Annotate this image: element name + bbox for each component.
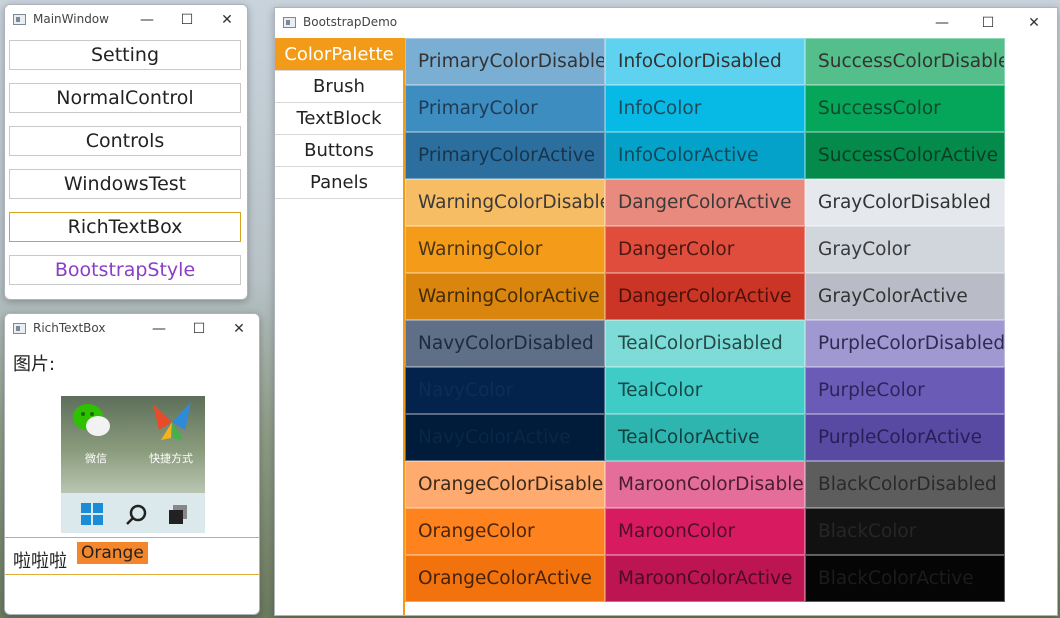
color-swatch: TealColorActive: [605, 414, 805, 461]
color-swatch: PurpleColor: [805, 367, 1005, 414]
color-swatch: MaroonColorDisabled: [605, 461, 805, 508]
bootstrap-demo-window: BootstrapDemo — ☐ ✕ ColorPalette Brush T…: [274, 7, 1058, 616]
tab-text-block[interactable]: TextBlock: [275, 103, 403, 135]
bootstrap-style-button[interactable]: BootstrapStyle: [9, 255, 241, 285]
setting-button[interactable]: Setting: [9, 40, 241, 70]
shortcut-icon-label: 快捷方式: [149, 452, 193, 465]
line-text: 啦啦啦: [13, 551, 67, 572]
color-palette-grid: PrimaryColorDisabled InfoColorDisabled Suc…: [405, 38, 1005, 602]
orange-highlight: Orange: [77, 542, 148, 564]
search-icon: [126, 504, 147, 525]
normal-control-button[interactable]: NormalControl: [9, 83, 241, 113]
color-swatch: PrimaryColorDisabled: [405, 38, 605, 85]
color-swatch: InfoColorActive: [605, 132, 805, 179]
color-swatch: BlackColor: [805, 508, 1005, 555]
tab-brush[interactable]: Brush: [275, 71, 403, 103]
close-icon[interactable]: ✕: [207, 5, 247, 35]
tab-list: ColorPalette Brush TextBlock Buttons Pan…: [275, 38, 405, 615]
color-swatch: PrimaryColor: [405, 85, 605, 132]
tab-panels[interactable]: Panels: [275, 167, 403, 199]
color-swatch: InfoColorDisabled: [605, 38, 805, 85]
window-icon: [13, 323, 26, 334]
color-swatch: DangerColor: [605, 226, 805, 273]
maximize-icon[interactable]: ☐: [179, 314, 219, 344]
color-swatch: OrangeColorDisabled: [405, 461, 605, 508]
color-swatch: GrayColor: [805, 226, 1005, 273]
window-title: BootstrapDemo: [303, 15, 398, 29]
windows-test-button[interactable]: WindowsTest: [9, 169, 241, 199]
color-swatch: WarningColor: [405, 226, 605, 273]
color-swatch: SuccessColorDisabled: [805, 38, 1005, 85]
color-swatch: DangerColorActive: [605, 179, 805, 226]
rich-text-editor[interactable]: 图片: 微信 快捷方式 啦啦啦 Orange: [5, 344, 259, 614]
color-swatch: PrimaryColorActive: [405, 132, 605, 179]
color-swatch: MaroonColor: [605, 508, 805, 555]
wechat-icon: [73, 404, 110, 436]
rich-text-box-button[interactable]: RichTextBox: [9, 212, 241, 242]
image-label: 图片:: [13, 354, 56, 375]
color-swatch: NavyColorActive: [405, 414, 605, 461]
color-swatch: PurpleColorDisabled: [805, 320, 1005, 367]
wechat-icon-label: 微信: [85, 452, 107, 465]
rich-text-window-titlebar[interactable]: RichTextBox — ☐ ✕: [5, 314, 259, 344]
window-title: RichTextBox: [33, 321, 106, 335]
color-swatch: BlackColorDisabled: [805, 461, 1005, 508]
windows-start-icon: [81, 503, 103, 525]
color-swatch: GrayColorDisabled: [805, 179, 1005, 226]
color-swatch: GrayColorActive: [805, 273, 1005, 320]
tab-color-palette[interactable]: ColorPalette: [275, 38, 403, 71]
window-title: MainWindow: [33, 12, 109, 26]
controls-button[interactable]: Controls: [9, 126, 241, 156]
color-swatch: NavyColorDisabled: [405, 320, 605, 367]
maximize-icon[interactable]: ☐: [965, 8, 1011, 38]
close-icon[interactable]: ✕: [1011, 8, 1057, 38]
color-swatch: InfoColor: [605, 85, 805, 132]
minimize-icon[interactable]: —: [127, 5, 167, 35]
color-swatch: TealColorDisabled: [605, 320, 805, 367]
color-swatch: OrangeColorActive: [405, 555, 605, 602]
color-swatch: WarningColorDisabled: [405, 179, 605, 226]
color-swatch: BlackColorActive: [805, 555, 1005, 602]
color-swatch: TealColor: [605, 367, 805, 414]
tab-buttons[interactable]: Buttons: [275, 135, 403, 167]
color-swatch: SuccessColorActive: [805, 132, 1005, 179]
shortcut-icon: [153, 402, 191, 440]
color-swatch: OrangeColor: [405, 508, 605, 555]
color-swatch: MaroonColorActive: [605, 555, 805, 602]
rich-text-window: RichTextBox — ☐ ✕ 图片: 微信 快捷方式 啦啦啦 Orange: [4, 313, 260, 615]
task-view-icon: [169, 505, 187, 524]
color-swatch: PurpleColorActive: [805, 414, 1005, 461]
embedded-image: 微信 快捷方式: [61, 396, 205, 533]
window-icon: [283, 17, 296, 28]
maximize-icon[interactable]: ☐: [167, 5, 207, 35]
close-icon[interactable]: ✕: [219, 314, 259, 344]
main-window: MainWindow — ☐ ✕ Setting NormalControl C…: [4, 4, 248, 300]
taskbar: [61, 493, 205, 533]
minimize-icon[interactable]: —: [919, 8, 965, 38]
minimize-icon[interactable]: —: [139, 314, 179, 344]
main-window-titlebar[interactable]: MainWindow — ☐ ✕: [5, 5, 247, 35]
text-line: 啦啦啦 Orange: [5, 537, 259, 575]
color-swatch: DangerColorActive: [605, 273, 805, 320]
color-swatch: NavyColor: [405, 367, 605, 414]
color-swatch: SuccessColor: [805, 85, 1005, 132]
bootstrap-demo-titlebar[interactable]: BootstrapDemo — ☐ ✕: [275, 8, 1057, 38]
window-icon: [13, 14, 26, 25]
color-swatch: WarningColorActive: [405, 273, 605, 320]
